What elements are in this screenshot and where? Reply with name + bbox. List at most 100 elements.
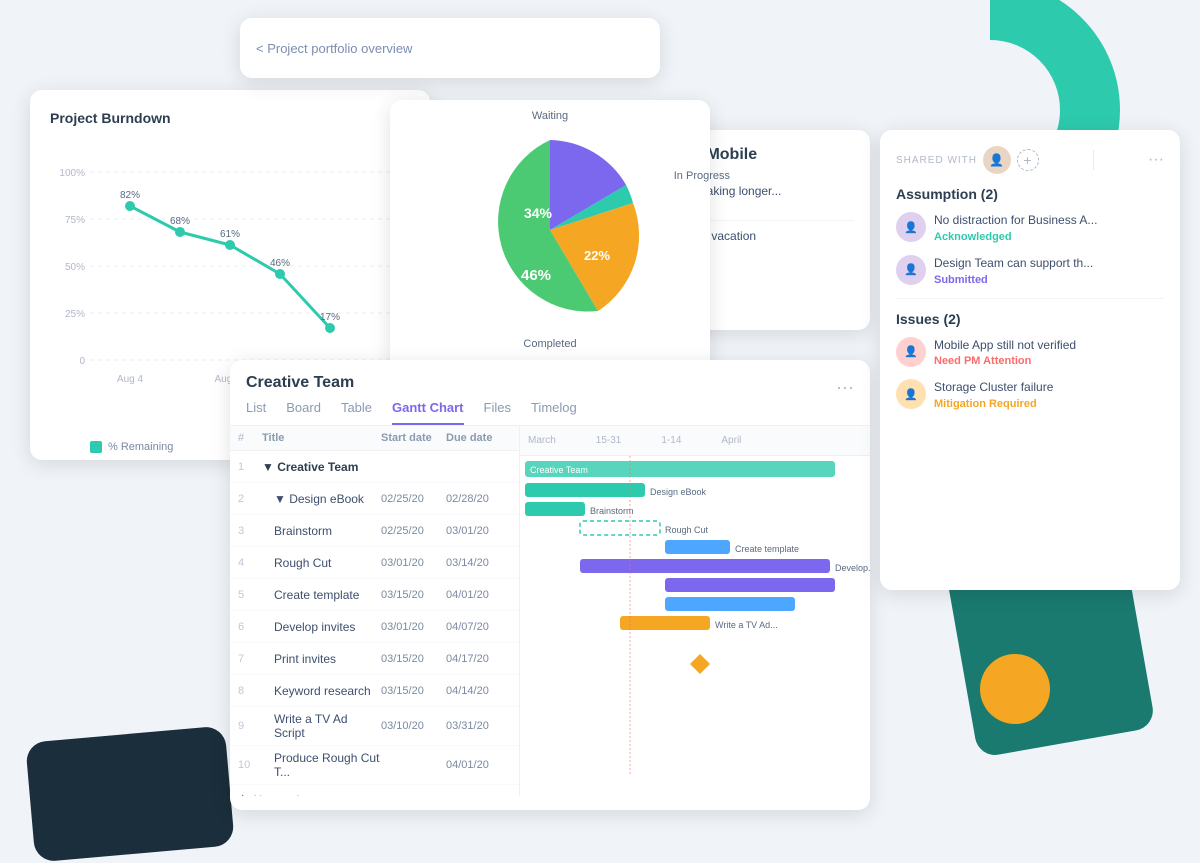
row-start: 02/25/20 (381, 493, 446, 505)
issues-assumptions-card: SHARED WITH 👤 + ··· Assumption (2) 👤 No … (880, 130, 1180, 590)
shared-with-section: SHARED WITH 👤 + (896, 146, 1039, 174)
tab-gantt-chart[interactable]: Gantt Chart (392, 400, 464, 425)
chart-header-april: April (721, 435, 741, 446)
gantt-row: 2 ▼ Design eBook 02/25/20 02/28/20 (230, 483, 519, 515)
row-due: 04/17/20 (446, 653, 511, 665)
shared-menu-dots[interactable]: ··· (1148, 151, 1164, 169)
burndown-legend-label: % Remaining (108, 441, 173, 453)
row-start: 03/10/20 (381, 720, 446, 732)
assumption-avatar-2: 👤 (896, 255, 926, 285)
issue-status-1: Need PM Attention (934, 355, 1164, 367)
new-task-row[interactable]: + New task (230, 785, 519, 796)
shared-add-button[interactable]: + (1017, 149, 1039, 171)
tab-list[interactable]: List (246, 400, 266, 425)
new-task-label: New task (253, 793, 302, 796)
row-name[interactable]: Write a TV Ad Script (262, 712, 381, 740)
gantt-chart-visual: March 15-31 1-14 April Creative Team Des… (520, 426, 870, 796)
issue-status-2: Mitigation Required (934, 398, 1164, 410)
svg-text:50%: 50% (65, 262, 85, 273)
svg-text:68%: 68% (170, 216, 190, 227)
avatar-user: 👤 (983, 146, 1011, 174)
svg-text:Rough Cut: Rough Cut (665, 525, 709, 535)
row-due: 04/07/20 (446, 621, 511, 633)
row-num: 2 (238, 493, 262, 505)
row-name[interactable]: Produce Rough Cut T... (262, 751, 381, 779)
row-name[interactable]: Rough Cut (262, 556, 381, 570)
gantt-row: 5 Create template 03/15/20 04/01/20 (230, 579, 519, 611)
gantt-card: Creative Team ··· List Board Table Gantt… (230, 360, 870, 810)
portfolio-header-card: < Project portfolio overview (240, 18, 660, 78)
svg-text:46%: 46% (270, 258, 290, 269)
svg-text:82%: 82% (120, 190, 140, 201)
issue-content-2: Storage Cluster failure Mitigation Requi… (934, 379, 1164, 410)
svg-text:Aug 4: Aug 4 (117, 374, 144, 385)
row-num: 10 (238, 759, 262, 771)
issue-text-1: Mobile App still not verified (934, 337, 1164, 354)
row-due: 03/14/20 (446, 557, 511, 569)
row-name[interactable]: Create template (262, 588, 381, 602)
row-name[interactable]: Develop invites (262, 620, 381, 634)
pie-chart-container: 34% 22% 46% Waiting In Progress Complete… (440, 120, 660, 340)
pie-chart-svg: 34% 22% 46% (440, 120, 660, 340)
svg-text:22%: 22% (584, 248, 610, 263)
svg-text:Design eBook: Design eBook (650, 487, 707, 497)
row-name[interactable]: ▼ Creative Team (262, 460, 381, 474)
row-num: 6 (238, 621, 262, 633)
assumption-status-2: Submitted (934, 274, 1164, 286)
gantt-tabs: List Board Table Gantt Chart Files Timel… (246, 400, 854, 425)
assumption-content-2: Design Team can support th... Submitted (934, 255, 1164, 286)
svg-text:0: 0 (79, 356, 85, 367)
tab-table[interactable]: Table (341, 400, 372, 425)
issue-avatar-1: 👤 (896, 337, 926, 367)
shared-divider (1093, 150, 1094, 170)
assumption-avatar-1: 👤 (896, 212, 926, 242)
gantt-body: # Title Start date Due date 1 ▼ Creative… (230, 426, 870, 796)
gantt-row: 7 Print invites 03/15/20 04/17/20 (230, 643, 519, 675)
gantt-row: 9 Write a TV Ad Script 03/10/20 03/31/20 (230, 707, 519, 746)
gantt-row: 6 Develop invites 03/01/20 04/07/20 (230, 611, 519, 643)
gantt-row: 10 Produce Rough Cut T... 04/01/20 (230, 746, 519, 785)
gantt-menu-dots[interactable]: ··· (836, 377, 854, 398)
row-name[interactable]: Print invites (262, 652, 381, 666)
row-due: 03/01/20 (446, 525, 511, 537)
row-name[interactable]: ▼ Design eBook (262, 492, 381, 506)
row-num: 4 (238, 557, 262, 569)
assumption-item-2: 👤 Design Team can support th... Submitte… (896, 255, 1164, 286)
svg-text:100%: 100% (59, 168, 85, 179)
col-num-header: # (238, 432, 262, 444)
tab-board[interactable]: Board (286, 400, 321, 425)
section-divider (896, 298, 1164, 299)
row-due: 02/28/20 (446, 493, 511, 505)
issue-text-2: Storage Cluster failure (934, 379, 1164, 396)
row-start: 03/01/20 (381, 621, 446, 633)
issue-content-1: Mobile App still not verified Need PM At… (934, 337, 1164, 368)
gantt-row: 1 ▼ Creative Team (230, 451, 519, 483)
issues-section-title: Issues (2) (896, 311, 1164, 327)
svg-text:46%: 46% (521, 267, 551, 284)
assumption-text-2: Design Team can support th... (934, 255, 1164, 272)
row-name[interactable]: Brainstorm (262, 524, 381, 538)
new-task-plus-icon: + (238, 791, 247, 796)
gantt-table-section: # Title Start date Due date 1 ▼ Creative… (230, 426, 520, 796)
gantt-row: 8 Keyword research 03/15/20 04/14/20 (230, 675, 519, 707)
portfolio-back-link[interactable]: < Project portfolio overview (256, 41, 412, 56)
col-title-header: Title (262, 432, 381, 444)
chart-header-march: March (528, 435, 556, 446)
issue-item-2: 👤 Storage Cluster failure Mitigation Req… (896, 379, 1164, 410)
issue-avatar-2: 👤 (896, 379, 926, 409)
row-name[interactable]: Keyword research (262, 684, 381, 698)
gantt-team-title: Creative Team (246, 374, 354, 392)
pie-label-inprogress: In Progress (674, 170, 730, 182)
svg-text:Write a TV Ad...: Write a TV Ad... (715, 620, 778, 630)
svg-text:Create template: Create template (735, 544, 799, 554)
tab-files[interactable]: Files (484, 400, 511, 425)
row-start: 03/15/20 (381, 653, 446, 665)
row-due: 03/31/20 (446, 720, 511, 732)
chart-header-1-14: 1-14 (661, 435, 681, 446)
issue-item-1: 👤 Mobile App still not verified Need PM … (896, 337, 1164, 368)
tab-timelog[interactable]: Timelog (531, 400, 577, 425)
assumption-content-1: No distraction for Business A... Acknowl… (934, 212, 1164, 243)
gantt-row: 4 Rough Cut 03/01/20 03/14/20 (230, 547, 519, 579)
pie-label-completed: Completed (523, 338, 576, 350)
chart-header-15-31: 15-31 (596, 435, 622, 446)
